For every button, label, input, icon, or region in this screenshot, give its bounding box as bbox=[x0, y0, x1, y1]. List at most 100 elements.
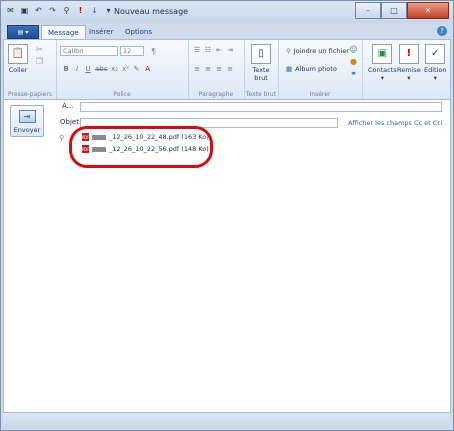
ribbon: 📋 Coller ✂ ❐ Presse-papiers Calibri 12 ¶… bbox=[3, 39, 451, 101]
photo-album-icon: ▦ bbox=[286, 65, 293, 73]
font-color-icon[interactable]: A bbox=[144, 65, 152, 73]
photo-album-button[interactable]: ▦ Album photo bbox=[286, 65, 337, 73]
redo-icon[interactable]: ↷ bbox=[47, 5, 58, 16]
priority-icon: ! bbox=[398, 44, 419, 64]
signature-icon[interactable]: ● bbox=[348, 56, 359, 67]
tab-inserer[interactable]: Insérer bbox=[83, 25, 119, 39]
to-input[interactable] bbox=[80, 102, 442, 112]
plain-text-button[interactable]: ▯ Texte brut bbox=[251, 44, 271, 82]
document-icon: ▯ bbox=[251, 44, 271, 64]
attach-file-button[interactable]: ⚲ Joindre un fichier bbox=[286, 47, 349, 55]
high-priority-icon[interactable]: ! bbox=[75, 5, 86, 16]
minimize-button[interactable]: – bbox=[355, 2, 381, 19]
group-plain-text: ▯ Texte brut Texte brut bbox=[244, 40, 279, 100]
window-title: Nouveau message bbox=[114, 7, 189, 16]
font-size-value: 12 bbox=[123, 47, 132, 55]
copy-icon[interactable]: ❐ bbox=[34, 56, 45, 67]
group-font: Calibri 12 ¶ B I U abc x₂ x² ✎ A Police bbox=[56, 40, 189, 100]
decrease-indent-icon[interactable]: ⇤ bbox=[215, 46, 223, 54]
tab-options[interactable]: Options bbox=[119, 25, 158, 39]
group-insert: ⚲ Joindre un fichier ▦ Album photo ☺ ● ⚭… bbox=[278, 40, 363, 100]
font-style-buttons: B I U abc x₂ x² ✎ A bbox=[62, 65, 152, 73]
send-button[interactable]: ⇥ Envoyer bbox=[10, 105, 44, 137]
highlight-icon[interactable]: ✎ bbox=[133, 65, 141, 73]
attachments-paperclip-icon: ⚲ bbox=[59, 134, 65, 142]
group-label-plain-text: Texte brut bbox=[245, 91, 277, 98]
bold-icon[interactable]: B bbox=[62, 65, 70, 73]
bullets-icon[interactable]: ☰ bbox=[193, 46, 201, 54]
paperclip-icon: ⚲ bbox=[286, 47, 291, 55]
align-left-icon[interactable]: ≡ bbox=[193, 65, 201, 73]
plain-text-label-1: Texte bbox=[252, 66, 270, 74]
window-controls: – □ ✕ bbox=[355, 2, 449, 19]
subject-label: Objet bbox=[60, 118, 79, 126]
highlight-annotation bbox=[69, 126, 213, 168]
justify-icon[interactable]: ≡ bbox=[226, 65, 234, 73]
group-paragraph: ☰ ☷ ⇤ ⇥ ≡ ≡ ≡ ≡ Paragraphe bbox=[188, 40, 245, 100]
cut-icon[interactable]: ✂ bbox=[34, 44, 45, 55]
app-window: ✉ ▣ ↶ ↷ ⚲ ! ↓ ▾ Nouveau message – □ ✕ ▤ ▾… bbox=[0, 0, 454, 431]
hyperlink-icon[interactable]: ⚭ bbox=[348, 68, 359, 79]
to-button[interactable]: À... bbox=[62, 102, 73, 110]
chevron-down-icon: ▾ bbox=[433, 74, 437, 82]
numbering-icon[interactable]: ☷ bbox=[204, 46, 212, 54]
group-actions: ▣ Contacts ▾ ! Remise ▾ ✓ Edition ▾ bbox=[362, 40, 450, 100]
align-center-icon[interactable]: ≡ bbox=[204, 65, 212, 73]
italic-icon[interactable]: I bbox=[73, 65, 81, 73]
close-button[interactable]: ✕ bbox=[407, 2, 449, 19]
contacts-icon: ▣ bbox=[372, 44, 393, 64]
send-label: Envoyer bbox=[13, 126, 41, 134]
save-icon[interactable]: ▣ bbox=[19, 5, 30, 16]
increase-indent-icon[interactable]: ⇥ bbox=[226, 46, 234, 54]
attach-file-label: Joindre un fichier bbox=[293, 47, 349, 55]
edition-label: Edition bbox=[424, 66, 447, 74]
list-buttons: ☰ ☷ ⇤ ⇥ bbox=[193, 46, 234, 54]
group-clipboard: 📋 Coller ✂ ❐ Presse-papiers bbox=[4, 40, 57, 100]
spelling-icon: ✓ bbox=[425, 44, 446, 64]
subscript-icon[interactable]: x₂ bbox=[111, 65, 119, 73]
strikethrough-icon[interactable]: abc bbox=[95, 65, 108, 73]
chevron-down-icon: ▾ bbox=[25, 28, 29, 36]
emoticon-icon[interactable]: ☺ bbox=[348, 44, 359, 55]
remise-label: Remise bbox=[397, 66, 421, 74]
font-size-select[interactable]: 12 bbox=[120, 46, 144, 56]
app-menu-button[interactable]: ▤ ▾ bbox=[7, 25, 39, 39]
chevron-down-icon: ▾ bbox=[380, 74, 384, 82]
maximize-button[interactable]: □ bbox=[381, 2, 407, 19]
title-bar: ✉ ▣ ↶ ↷ ⚲ ! ↓ ▾ Nouveau message – □ ✕ bbox=[1, 1, 453, 23]
paste-label: Coller bbox=[8, 66, 28, 74]
undo-icon[interactable]: ↶ bbox=[33, 5, 44, 16]
customize-dropdown-icon[interactable]: ▾ bbox=[103, 5, 114, 16]
contacts-button[interactable]: ▣ Contacts ▾ bbox=[368, 44, 397, 82]
edition-button[interactable]: ✓ Edition ▾ bbox=[424, 44, 447, 82]
align-buttons: ≡ ≡ ≡ ≡ bbox=[193, 65, 234, 73]
quick-access-toolbar: ✉ ▣ ↶ ↷ ⚲ ! ↓ ▾ bbox=[5, 5, 114, 16]
low-priority-icon[interactable]: ↓ bbox=[89, 5, 100, 16]
menu-icon: ▤ bbox=[17, 28, 24, 36]
group-label-clipboard: Presse-papiers bbox=[8, 91, 52, 98]
plain-text-label-2: brut bbox=[254, 74, 268, 82]
tab-message[interactable]: Message bbox=[41, 25, 86, 39]
contacts-label: Contacts bbox=[368, 66, 397, 74]
status-bar bbox=[3, 412, 449, 429]
send-icon: ⇥ bbox=[18, 110, 36, 123]
attach-icon[interactable]: ⚲ bbox=[61, 5, 72, 16]
app-icon: ✉ bbox=[7, 6, 14, 15]
paste-button[interactable]: 📋 Coller bbox=[8, 44, 28, 74]
group-label-insert: Insérer bbox=[309, 91, 331, 98]
photo-album-label: Album photo bbox=[295, 65, 337, 73]
chevron-down-icon: ▾ bbox=[407, 74, 411, 82]
align-right-icon[interactable]: ≡ bbox=[215, 65, 223, 73]
clipboard-icon: 📋 bbox=[8, 44, 28, 64]
font-name-select[interactable]: Calibri bbox=[60, 46, 118, 56]
group-label-font: Police bbox=[113, 91, 131, 98]
group-label-paragraph: Paragraphe bbox=[198, 91, 234, 98]
underline-icon[interactable]: U bbox=[84, 65, 92, 73]
remise-button[interactable]: ! Remise ▾ bbox=[397, 44, 421, 82]
help-icon[interactable]: ? bbox=[437, 26, 447, 36]
font-format-icon[interactable]: ¶ bbox=[148, 46, 159, 57]
ribbon-tabs: ▤ ▾ Message Insérer Options ? bbox=[1, 23, 453, 39]
font-name-value: Calibri bbox=[63, 47, 84, 55]
show-cc-bcc-link[interactable]: Afficher les champs Cc et Cci bbox=[348, 119, 443, 127]
superscript-icon[interactable]: x² bbox=[122, 65, 130, 73]
